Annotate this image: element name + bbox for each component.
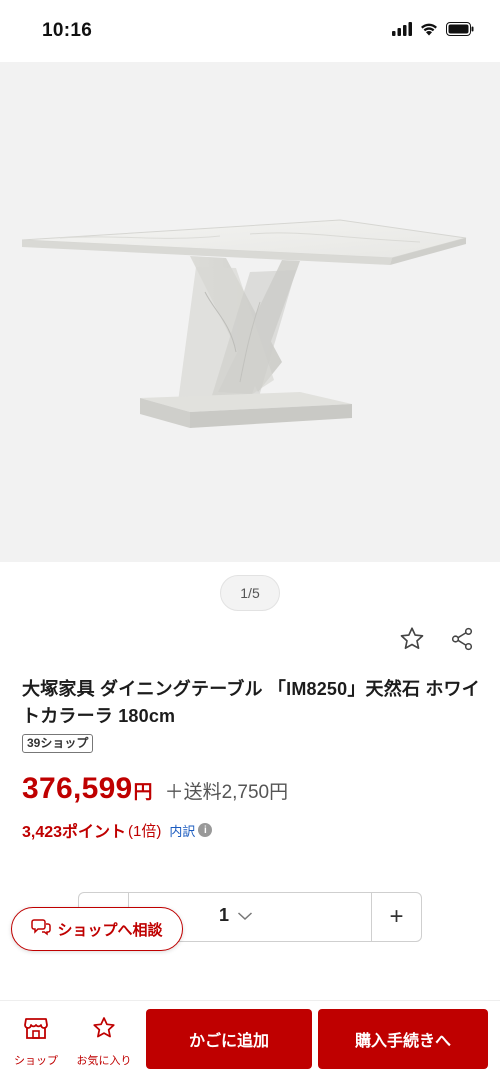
quantity-select[interactable]: 1: [219, 905, 253, 926]
checkout-button[interactable]: 購入手続きへ: [318, 1009, 488, 1069]
product-image[interactable]: [0, 62, 500, 562]
image-pager: 1/5: [220, 575, 280, 611]
nav-shop-label: ショップ: [14, 1055, 58, 1067]
info-icon[interactable]: i: [198, 823, 213, 837]
product-photo: [21, 219, 467, 428]
shop-consult-label: ショップへ相談: [57, 921, 163, 939]
signal-icon: [392, 22, 412, 41]
status-time: 10:16: [42, 20, 93, 41]
star-icon: [91, 1015, 117, 1046]
shop-icon: [23, 1015, 49, 1046]
product-title: 大塚家具 ダイニングテーブル 「IM8250」天然石 ホワイトカラーラ 180c…: [22, 679, 480, 726]
price-row: 376,599 円 ＋送料2,750円: [22, 772, 288, 806]
shop-badge: 39ショップ: [22, 734, 94, 753]
nav-favorite[interactable]: お気に入り: [70, 1015, 138, 1068]
points-row: 3,423ポイント (1倍) 内訳 i: [22, 818, 213, 842]
status-icons: [392, 22, 474, 41]
points-value: 3,423ポイント: [22, 824, 127, 841]
nav-favorite-label: お気に入り: [76, 1055, 132, 1067]
wifi-icon: [420, 22, 438, 41]
share-icon[interactable]: [446, 623, 478, 655]
price-unit: 円: [133, 782, 153, 803]
nav-shop[interactable]: ショップ: [10, 1015, 62, 1068]
bottom-action-bar: ショップ お気に入り かごに追加 購入手続きへ: [0, 1000, 500, 1080]
chevron-down-icon: [237, 905, 253, 926]
star-icon[interactable]: [396, 623, 428, 655]
shop-consult-button[interactable]: ショップへ相談: [11, 907, 183, 951]
qty-plus-button[interactable]: +: [371, 893, 421, 941]
add-to-cart-button[interactable]: かごに追加: [146, 1009, 312, 1069]
points-rate: (1倍): [128, 822, 162, 840]
status-bar: 10:16: [0, 0, 500, 62]
product-price: 376,599: [22, 772, 133, 805]
chat-icon: [31, 918, 52, 941]
points-breakdown-link[interactable]: 内訳: [169, 821, 195, 840]
shipping-fee: ＋送料2,750円: [164, 782, 289, 803]
battery-icon: [446, 22, 474, 41]
quantity-value: 1: [219, 905, 230, 925]
